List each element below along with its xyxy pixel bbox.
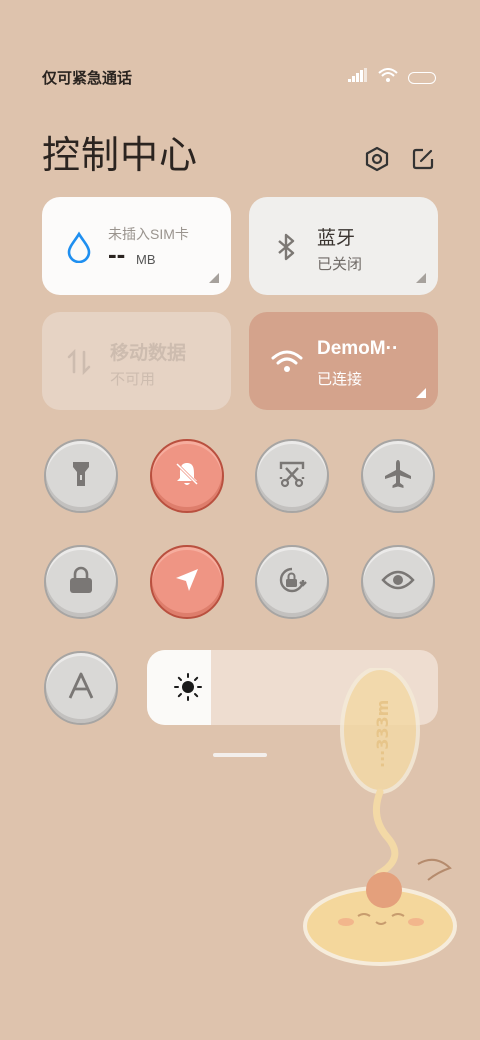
airplane-icon: [382, 458, 414, 495]
bluetooth-icon: [271, 231, 301, 261]
lock-icon: [67, 565, 95, 600]
wallpaper-mascot: ···333m: [300, 666, 470, 968]
letter-a-icon: [66, 671, 96, 706]
screenshot-toggle[interactable]: [255, 439, 329, 513]
settings-button[interactable]: [364, 146, 390, 172]
data-usage-value: --: [108, 239, 126, 269]
status-icons: [348, 68, 436, 87]
auto-brightness-toggle[interactable]: [44, 651, 118, 725]
reading-mode-toggle[interactable]: [361, 545, 435, 619]
balloon-text: ···333m: [373, 700, 392, 768]
mobile-data-status: 不可用: [110, 371, 156, 388]
bluetooth-label: 蓝牙: [317, 228, 356, 249]
expand-corner-icon: [416, 273, 426, 283]
edit-icon: [410, 146, 436, 172]
mobile-data-label: 移动数据: [110, 343, 187, 364]
eye-icon: [381, 568, 415, 597]
auto-rotate-toggle[interactable]: [255, 545, 329, 619]
bell-off-icon: [172, 459, 202, 494]
bluetooth-status: 已关闭: [317, 256, 363, 273]
airplane-mode-toggle[interactable]: [361, 439, 435, 513]
wifi-status-icon: [378, 68, 398, 87]
water-drop-icon: [64, 231, 94, 264]
wifi-network-name: DemoM··: [317, 338, 399, 359]
sun-icon: [173, 672, 203, 702]
data-transfer-icon: [64, 346, 94, 376]
expand-corner-icon: [209, 273, 219, 283]
battery-icon: [408, 71, 436, 84]
location-toggle[interactable]: [150, 545, 224, 619]
drag-handle[interactable]: [213, 753, 267, 757]
lock-screen-toggle[interactable]: [44, 545, 118, 619]
status-bar: 仅可紧急通话: [42, 64, 436, 88]
flashlight-toggle[interactable]: [44, 439, 118, 513]
settings-hexagon-icon: [364, 146, 390, 172]
signal-icon: [348, 68, 368, 87]
data-usage-tile[interactable]: 未插入SIM卡 -- MB: [42, 197, 231, 295]
wifi-icon: [271, 346, 303, 376]
bluetooth-tile[interactable]: 蓝牙 已关闭: [249, 197, 438, 295]
carrier-label: 仅可紧急通话: [42, 70, 133, 87]
mute-toggle[interactable]: [150, 439, 224, 513]
rotate-lock-icon: [276, 564, 308, 601]
data-usage-unit: MB: [136, 252, 156, 267]
location-arrow-icon: [172, 565, 202, 600]
flashlight-icon: [68, 459, 94, 494]
scissors-icon: [277, 459, 307, 494]
edit-button[interactable]: [410, 146, 436, 172]
page-title: 控制中心: [42, 133, 199, 177]
wifi-status: 已连接: [317, 371, 363, 388]
mobile-data-tile[interactable]: 移动数据 不可用: [42, 312, 231, 410]
wifi-tile[interactable]: DemoM·· 已连接: [249, 312, 438, 410]
expand-corner-icon: [416, 388, 426, 398]
